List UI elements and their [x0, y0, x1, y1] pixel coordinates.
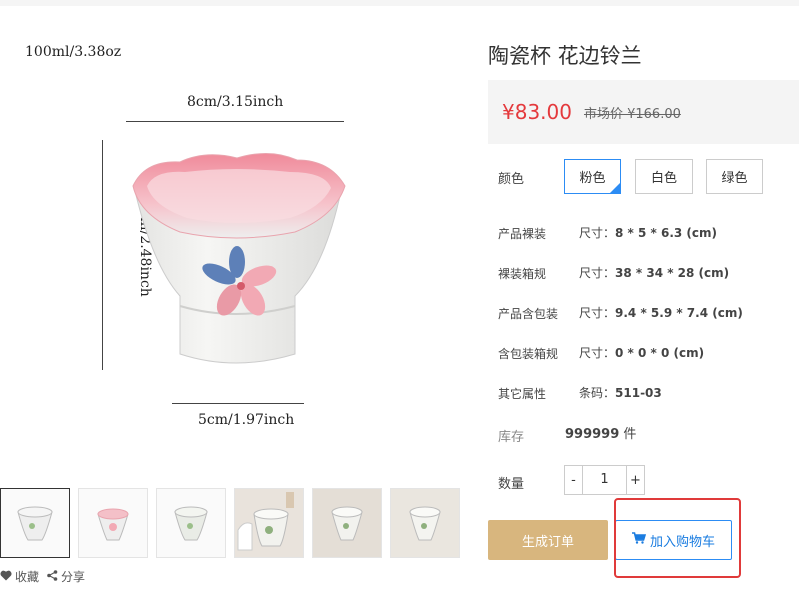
color-option-label: 绿色	[721, 171, 748, 186]
width-label: 8cm/3.15inch	[187, 94, 284, 110]
add-to-cart-label: 加入购物车	[649, 534, 715, 550]
main-product-image: 100ml/3.38oz 8cm/3.15inch 6.3cm/2.48inch…	[0, 6, 460, 480]
spec-value: 尺寸：0 * 0 * 0 (cm)	[579, 346, 705, 360]
price-box: ¥83.00 市场价 ¥166.00	[488, 80, 799, 144]
product-actions: 收藏 分享	[0, 568, 85, 585]
base-label: 5cm/1.97inch	[198, 412, 295, 428]
create-order-button[interactable]: 生成订单	[488, 520, 608, 560]
favorite-button[interactable]: 收藏	[0, 568, 39, 585]
thumbnail-3[interactable]	[156, 488, 226, 558]
color-option-white[interactable]: 白色	[635, 159, 693, 194]
color-option-pink[interactable]: 粉色	[564, 159, 621, 194]
product-title: 陶瓷杯 花边铃兰	[488, 44, 642, 68]
cup-illustration	[132, 153, 346, 364]
thumbnail-6[interactable]	[390, 488, 460, 558]
spec-label: 产品裸装	[498, 227, 547, 241]
thumbnail-2[interactable]	[78, 488, 148, 558]
share-label: 分享	[61, 570, 86, 584]
quantity-decrease-button[interactable]: -	[564, 465, 583, 495]
stock-label: 库存	[498, 430, 525, 445]
color-option-label: 白色	[650, 171, 677, 186]
color-label: 颜色	[498, 172, 525, 187]
volume-label: 100ml/3.38oz	[25, 44, 122, 60]
product-price: ¥83.00	[502, 100, 572, 124]
spec-value: 尺寸：8 * 5 * 6.3 (cm)	[579, 226, 717, 240]
spec-value: 尺寸：38 * 34 * 28 (cm)	[579, 266, 730, 280]
spec-value: 条码：511-03	[579, 386, 662, 400]
thumbnail-4[interactable]	[234, 488, 304, 558]
stock-value: 999999 件	[565, 427, 637, 442]
heart-icon	[0, 570, 12, 584]
share-button[interactable]: 分享	[47, 568, 85, 585]
width-dimension-line	[126, 121, 344, 122]
color-option-green[interactable]: 绿色	[706, 159, 763, 194]
favorite-label: 收藏	[15, 570, 40, 584]
cart-icon	[631, 532, 647, 548]
thumbnail-strip	[0, 488, 460, 558]
quantity-increase-button[interactable]: +	[626, 465, 645, 495]
quantity-stepper: - 1 +	[564, 465, 645, 495]
market-price: 市场价 ¥166.00	[583, 106, 681, 122]
spec-label: 裸装箱规	[498, 267, 547, 281]
thumbnail-1[interactable]	[0, 488, 70, 558]
spec-label: 产品含包装	[498, 307, 559, 321]
spec-label: 其它属性	[498, 387, 547, 401]
quantity-input[interactable]: 1	[583, 465, 626, 495]
add-to-cart-button[interactable]: 加入购物车	[615, 520, 732, 560]
color-option-label: 粉色	[579, 171, 606, 186]
spec-value: 尺寸：9.4 * 5.9 * 7.4 (cm)	[579, 306, 743, 320]
height-dimension-line	[102, 140, 103, 370]
spec-label: 含包装箱规	[498, 347, 559, 361]
share-icon	[47, 569, 58, 584]
quantity-label: 数量	[498, 477, 525, 492]
thumbnail-5[interactable]	[312, 488, 382, 558]
base-dimension-line	[172, 403, 304, 404]
